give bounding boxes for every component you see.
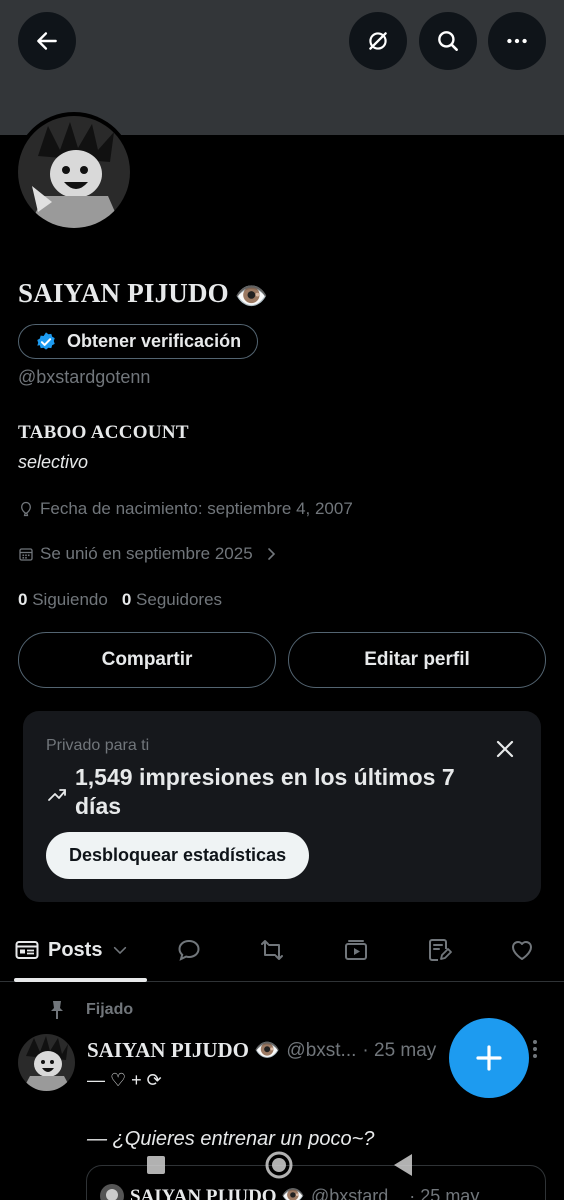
tab-posts[interactable]: Posts [14,920,130,980]
birthday-text: Fecha de nacimiento: septiembre 4, 2007 [40,499,353,518]
close-icon[interactable] [493,737,517,761]
search-button[interactable] [419,12,477,70]
heart-icon [512,941,532,960]
get-verified-button[interactable]: Obtener verificación [18,324,259,359]
tab-posts-label: Posts [48,938,103,961]
following-label: Siguiendo [32,590,108,609]
tab-videos[interactable] [336,920,376,980]
bio-line-1: TABOO ACCOUNT [18,422,189,443]
trend-up-icon [48,789,66,801]
private-label: Privado para ti [46,737,150,754]
get-verified-label: Obtener verificación [67,331,242,351]
profile-tabs: Posts [0,920,564,982]
post-avatar[interactable] [18,1034,75,1091]
pinned-indicator: Fijado [48,1000,133,1020]
following-link[interactable]: 0 Siguiendo [18,590,108,610]
bio-line-2: selectivo [18,452,89,472]
chevron-right-icon [267,548,275,560]
unlock-stats-button[interactable]: Desbloquear estadísticas [46,832,310,879]
system-nav-bar [0,1146,564,1186]
video-icon [345,940,367,960]
post-date[interactable]: · 25 may [362,1040,436,1062]
share-label: Compartir [101,649,193,670]
compose-button[interactable] [449,1018,529,1098]
avatar [18,116,130,228]
post-text-line-1: — ♡ + ⟳ [87,1070,162,1090]
post-author-handle[interactable]: @bxst... [286,1040,356,1062]
article-icon [429,939,452,961]
tab-reposts[interactable] [252,920,292,980]
posts-feed-icon [15,941,39,959]
more-button[interactable] [488,12,546,70]
calendar-icon [19,548,33,561]
eye-emoji-icon: 👁️ [234,280,269,311]
profile-avatar[interactable] [14,112,134,232]
balloon-icon [21,501,31,517]
tab-replies[interactable] [169,920,209,980]
quoted-post-header: SAIYAN PIJUDO 👁️ @bxstard... · 25 may [100,1184,479,1200]
share-button[interactable]: Compartir [18,632,276,688]
active-tab-indicator [14,978,147,982]
edit-profile-button[interactable]: Editar perfil [288,632,546,688]
quoted-date: · 25 may [409,1185,480,1200]
follow-stats: 0 Siguiendo 0 Seguidores [18,590,222,610]
grok-icon [369,32,387,50]
home-icon[interactable] [264,1150,294,1180]
back-button[interactable] [18,12,76,70]
chevron-down-icon [114,946,127,955]
post-more-icon[interactable] [528,1038,542,1060]
search-icon [438,31,458,51]
post-header: SAIYAN PIJUDO 👁️ @bxst... · 25 may [87,1038,436,1063]
back-nav-icon[interactable] [392,1152,414,1178]
following-count: 0 [18,590,28,609]
birthday-row: Fecha de nacimiento: septiembre 4, 2007 [18,499,353,519]
followers-count: 0 [121,590,132,609]
arrow-left-icon [37,32,57,50]
verified-badge-icon [37,331,55,350]
profile-handle: @bxstardgotenn [18,367,151,387]
reply-icon [178,939,200,961]
plus-icon [476,1045,502,1071]
joined-text: Se unió en septiembre 2025 [40,544,253,563]
recent-apps-icon[interactable] [146,1155,166,1175]
pin-icon [51,1001,63,1019]
edit-profile-label: Editar perfil [364,649,470,670]
pinned-label: Fijado [86,1001,134,1018]
tab-likes[interactable] [502,920,542,980]
joined-row[interactable]: Se unió en septiembre 2025 [18,544,279,564]
quoted-author-handle: @bxstard... [310,1185,404,1200]
profile-name: SAIYAN PIJUDO 👁️ [18,278,269,311]
quoted-author-name: SAIYAN PIJUDO 👁️ [130,1186,305,1200]
tab-articles[interactable] [419,920,459,980]
followers-link[interactable]: 0 Seguidores [122,590,222,610]
quoted-avatar [100,1184,124,1200]
more-icon [507,38,527,44]
grok-button[interactable] [349,12,407,70]
impressions-text: 1,549 impresiones en los últimos 7 días [75,764,455,819]
post-author-name[interactable]: SAIYAN PIJUDO 👁️ [87,1038,280,1063]
impressions-card: Privado para ti 1,549 impresiones en los… [23,711,541,902]
repost-icon [261,940,283,960]
followers-label: Seguidores [136,590,223,609]
